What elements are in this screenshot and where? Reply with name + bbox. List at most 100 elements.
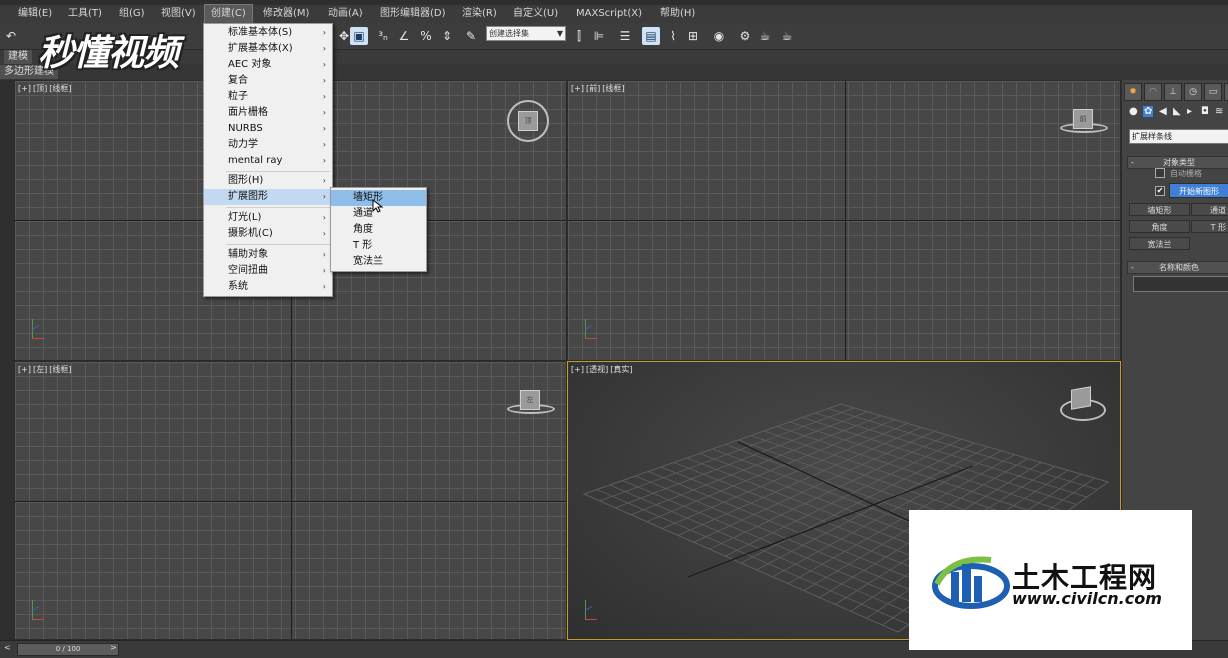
menu-item-mental-ray[interactable]: mental ray › (204, 153, 332, 169)
viewport-menu-plus[interactable]: [+] (571, 84, 584, 93)
start-new-shape-checkbox[interactable]: ✔ (1155, 186, 1165, 196)
viewport-label[interactable]: [+] [透视] [真实] (571, 364, 634, 375)
submenu-item-tee[interactable]: T 形 (331, 238, 426, 254)
viewport-shading[interactable]: [线框] (49, 84, 71, 93)
viewcube[interactable] (1058, 382, 1108, 426)
menu-item-dynamics[interactable]: 动力学 › (204, 137, 332, 153)
menu-item-space-warps[interactable]: 空间扭曲 › (204, 263, 332, 279)
viewport-name[interactable]: [透视] (586, 365, 608, 374)
shape-category-dropdown[interactable]: 扩展样条线 (1129, 129, 1228, 144)
reference-coord-icon[interactable]: ▣ (350, 27, 368, 45)
menu-item-particles[interactable]: 粒子 › (204, 89, 332, 105)
object-name-field[interactable] (1133, 276, 1228, 292)
align-icon[interactable]: ⊫ (590, 27, 608, 45)
viewcube-face[interactable] (1071, 386, 1091, 410)
menu-item-nurbs[interactable]: NURBS › (204, 121, 332, 137)
percent-snap-icon[interactable]: % (417, 27, 435, 45)
viewcube[interactable]: 左 (505, 384, 555, 418)
viewport-left[interactable]: [+] [左] [线框] 左 (14, 361, 567, 640)
motion-tab-icon[interactable]: ◷ (1184, 83, 1202, 101)
submenu-item-angle[interactable]: 角度 (331, 222, 426, 238)
menu-item-patch-grids[interactable]: 面片栅格 › (204, 105, 332, 121)
viewport-menu-plus[interactable]: [+] (18, 365, 31, 374)
menu-item-compound[interactable]: 复合 › (204, 73, 332, 89)
name-color-rollout[interactable]: - 名称和颜色 (1127, 261, 1228, 274)
modify-tab-icon[interactable]: ◠ (1144, 83, 1162, 101)
spinner-snap-icon[interactable]: ⇕ (438, 27, 456, 45)
shapes-icon[interactable]: ✿ (1143, 106, 1154, 117)
grid-axis-vertical (291, 362, 292, 639)
utilities-tab-icon[interactable] (1224, 83, 1228, 101)
wall-rectangle-button[interactable]: 墙矩形 (1129, 203, 1190, 216)
viewcube[interactable]: 顶 (505, 98, 551, 144)
viewport-name[interactable]: [左] (33, 365, 47, 374)
timeline-prev-icon[interactable]: < (4, 643, 11, 652)
display-tab-icon[interactable]: ▭ (1204, 83, 1222, 101)
render-setup-icon[interactable]: ⚙ (736, 27, 754, 45)
helpers-icon[interactable]: ▸ (1187, 106, 1192, 117)
chevron-right-icon: › (322, 250, 326, 259)
snap-3d-icon[interactable]: ³ₙ (374, 27, 392, 45)
chevron-right-icon: › (322, 213, 326, 222)
render-production-icon[interactable]: ☕ (778, 27, 796, 45)
viewcube-face[interactable]: 前 (1073, 109, 1093, 129)
viewport-label[interactable]: [+] [顶] [线框] (18, 83, 73, 94)
layer-manager-icon[interactable]: ☰ (616, 27, 634, 45)
angle-snap-icon[interactable]: ∠ (395, 27, 413, 45)
menu-item-systems[interactable]: 系统 › (204, 279, 332, 295)
lights-icon[interactable]: ◀ (1159, 106, 1167, 117)
cameras-icon[interactable]: ◣ (1173, 106, 1181, 117)
systems-icon[interactable]: ≋ (1215, 106, 1223, 117)
viewport-name[interactable]: [前] (586, 84, 600, 93)
viewcube-face[interactable]: 顶 (518, 111, 538, 131)
menu-rendering[interactable]: 渲染(R) (456, 5, 503, 23)
create-tab-icon[interactable]: ✹ (1124, 83, 1142, 101)
submenu-item-wide-flange[interactable]: 宽法兰 (331, 254, 426, 270)
tee-button[interactable]: T 形 (1191, 220, 1228, 233)
channel-button[interactable]: 通道 (1191, 203, 1228, 216)
edit-named-sets-icon[interactable]: ✎ (462, 27, 480, 45)
named-selection-set-dropdown[interactable]: 创建选择集 ▼ (486, 26, 566, 41)
menu-item-extended-shapes[interactable]: 扩展图形 › (204, 189, 332, 205)
viewport-label[interactable]: [+] [前] [线框] (571, 83, 626, 94)
menu-modifiers[interactable]: 修改器(M) (257, 5, 315, 23)
viewcube[interactable]: 前 (1058, 103, 1108, 137)
material-editor-icon[interactable]: ◉ (710, 27, 728, 45)
viewport-label[interactable]: [+] [左] [线框] (18, 364, 73, 375)
angle-button[interactable]: 角度 (1129, 220, 1190, 233)
viewport-shading[interactable]: [线框] (49, 365, 71, 374)
menu-item-extended-primitives[interactable]: 扩展基本体(X) › (204, 41, 332, 57)
menu-graph-editors[interactable]: 图形编辑器(D) (374, 5, 452, 23)
geometry-icon[interactable]: ● (1129, 106, 1138, 117)
rendered-frame-icon[interactable]: ☕ (756, 27, 774, 45)
viewport-name[interactable]: [顶] (33, 84, 47, 93)
curve-editor-icon[interactable]: ⌇ (664, 27, 682, 45)
menu-maxscript[interactable]: MAXScript(X) (570, 5, 648, 23)
viewport-shading[interactable]: [真实] (610, 365, 632, 374)
menu-item-shapes[interactable]: 图形(H) › (204, 173, 332, 189)
hierarchy-tab-icon[interactable]: ⊥ (1164, 83, 1182, 101)
menu-item-cameras[interactable]: 摄影机(C) › (204, 226, 332, 242)
auto-grid-checkbox[interactable] (1155, 168, 1165, 178)
wide-flange-button[interactable]: 宽法兰 (1129, 237, 1190, 250)
schematic-view-icon[interactable]: ⊞ (684, 27, 702, 45)
menu-customize[interactable]: 自定义(U) (507, 5, 564, 23)
start-new-shape-button[interactable]: 开始新图形 (1169, 183, 1228, 198)
viewport-front[interactable]: [+] [前] [线框] 前 (567, 80, 1121, 361)
menu-item-aec-objects[interactable]: AEC 对象 › (204, 57, 332, 73)
menu-animation[interactable]: 动画(A) (322, 5, 369, 23)
timeline-next-icon[interactable]: > (110, 643, 117, 652)
menu-help[interactable]: 帮助(H) (654, 5, 701, 23)
menu-item-standard-primitives[interactable]: 标准基本体(S) › (204, 25, 332, 41)
viewport-shading[interactable]: [线框] (602, 84, 624, 93)
viewport-menu-plus[interactable]: [+] (18, 84, 31, 93)
time-slider[interactable]: 0 / 100 (17, 643, 119, 656)
viewport-menu-plus[interactable]: [+] (571, 365, 584, 374)
menu-item-helpers[interactable]: 辅助对象 › (204, 247, 332, 263)
viewcube-face[interactable]: 左 (520, 390, 540, 410)
mirror-icon[interactable]: ⫿ (570, 27, 588, 45)
graphite-toggle-icon[interactable]: ▤ (642, 27, 660, 45)
spacewarps-icon[interactable]: ◘ (1201, 106, 1209, 117)
menu-item-lights[interactable]: 灯光(L) › (204, 210, 332, 226)
undo-icon[interactable]: ↶ (2, 27, 20, 45)
